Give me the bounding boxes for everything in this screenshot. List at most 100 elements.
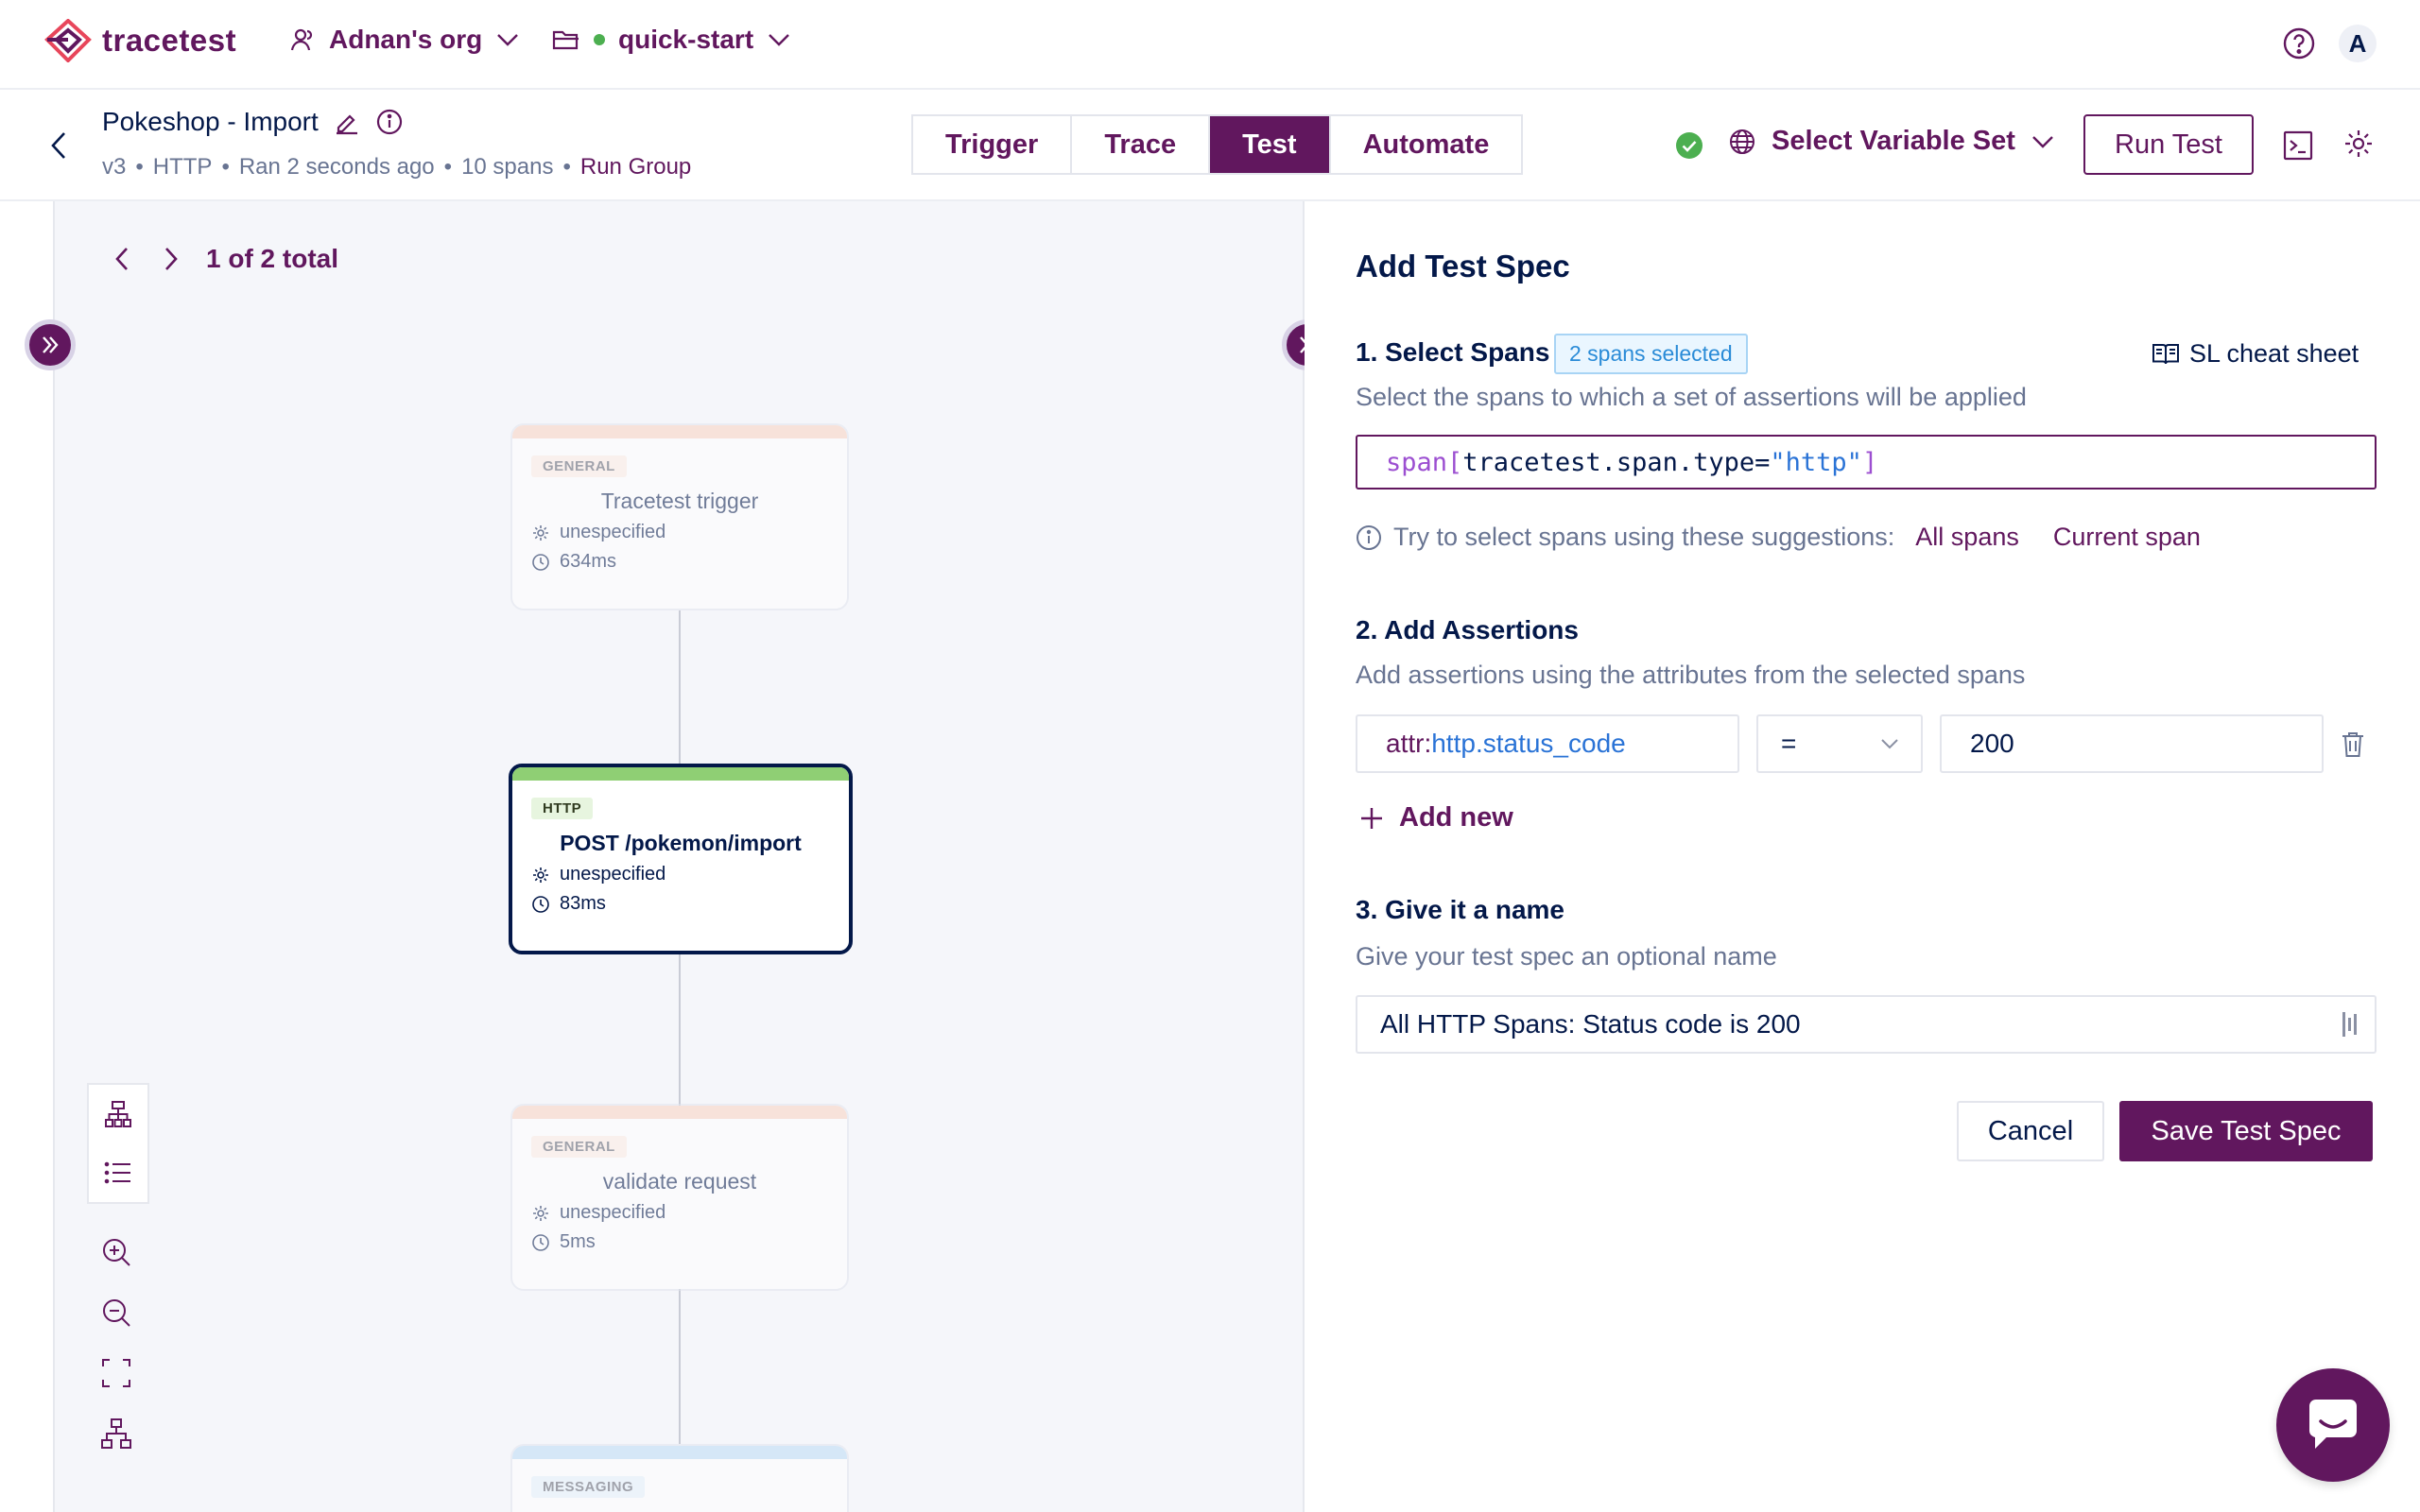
span-node[interactable]: MESSAGING — [510, 1444, 849, 1512]
trigger-type: HTTP — [152, 154, 213, 180]
variable-set-select[interactable]: Select Variable Set — [1728, 126, 2055, 157]
selector-close: ] — [1861, 447, 1878, 477]
assertions-heading: 2. Add Assertions — [1356, 615, 1579, 644]
gear-icon — [531, 866, 550, 885]
test-version: v3 — [102, 154, 127, 180]
org-switcher[interactable]: Adnan's org — [289, 25, 520, 55]
list-view-icon[interactable] — [89, 1143, 147, 1202]
add-assertion-button[interactable]: Add new — [1359, 802, 1513, 833]
layout-tree-icon[interactable] — [100, 1418, 132, 1450]
span-duration-row: 634ms — [531, 551, 847, 573]
environment-switcher[interactable]: quick-start — [552, 25, 791, 55]
clock-icon — [531, 895, 550, 914]
spans-selected-chip: 2 spans selected — [1554, 334, 1748, 374]
expand-drawer-button[interactable] — [25, 319, 76, 370]
span-service-row: unespecified — [531, 522, 847, 543]
plus-icon — [1359, 806, 1384, 831]
chevron-right-icon[interactable] — [159, 245, 182, 273]
suggestion-current-span[interactable]: Current span — [2053, 523, 2201, 552]
selector-attribute: tracetest.span.type= — [1462, 447, 1771, 477]
span-duration: 5ms — [560, 1231, 596, 1252]
cancel-button[interactable]: Cancel — [1957, 1101, 2104, 1161]
tab-trace[interactable]: Trace — [1072, 116, 1211, 173]
gear-icon — [531, 1204, 550, 1223]
org-name: Adnan's org — [329, 25, 483, 54]
span-duration: 634ms — [560, 551, 617, 572]
span-node-bar — [512, 425, 847, 438]
spec-name-input[interactable]: All HTTP Spans: Status code is 200 — [1356, 995, 2377, 1054]
assertion-value-input[interactable]: 200 — [1940, 714, 2324, 773]
chat-support-button[interactable] — [2276, 1368, 2390, 1482]
trash-icon[interactable] — [2341, 730, 2365, 759]
graph-view-icon[interactable] — [89, 1085, 147, 1143]
span-node-selected[interactable]: HTTP POST /pokemon/import unespecified 8… — [509, 764, 853, 954]
help-icon[interactable] — [2282, 26, 2316, 60]
span-kind-badge: MESSAGING — [531, 1476, 646, 1498]
gear-icon — [531, 524, 550, 542]
span-name: validate request — [602, 1169, 757, 1194]
span-node[interactable]: GENERAL Tracetest trigger unespecified 6… — [510, 423, 849, 610]
span-duration-row: 83ms — [531, 893, 849, 915]
select-spans-heading: 1. Select Spans — [1356, 337, 1550, 367]
attribute-name: http.status_code — [1431, 729, 1626, 758]
chevron-down-icon — [1879, 733, 1900, 754]
edit-icon[interactable] — [334, 109, 360, 135]
logo[interactable]: tracetest — [43, 19, 236, 62]
zoom-out-icon[interactable] — [100, 1297, 132, 1329]
add-new-label: Add new — [1399, 802, 1513, 833]
zoom-in-icon[interactable] — [100, 1236, 132, 1268]
pager-label: 1 of 2 total — [206, 244, 339, 273]
chat-icon — [2309, 1400, 2357, 1449]
chevron-down-icon — [767, 27, 791, 52]
avatar[interactable]: A — [2339, 25, 2377, 62]
span-name: Tracetest trigger — [600, 489, 759, 513]
span-node-bar — [512, 1446, 847, 1459]
assertion-operator-select[interactable]: = — [1756, 714, 1923, 773]
cheat-sheet-link[interactable]: SL cheat sheet — [2152, 339, 2359, 369]
terminal-icon[interactable] — [2282, 129, 2314, 162]
info-icon[interactable] — [375, 108, 404, 136]
suggestion-all-spans[interactable]: All spans — [1915, 523, 2019, 552]
run-test-button[interactable]: Run Test — [2083, 114, 2254, 175]
tracetest-logo-icon — [43, 19, 93, 62]
span-selector-input[interactable]: span[tracetest.span.type= "http"] — [1356, 435, 2377, 490]
app-name: tracetest — [102, 23, 237, 58]
variable-set-label: Select Variable Set — [1772, 126, 2015, 156]
chevron-down-icon — [495, 27, 520, 52]
chevron-left-icon[interactable] — [112, 245, 134, 273]
run-group-link[interactable]: Run Group — [580, 154, 691, 180]
span-service: unespecified — [560, 522, 666, 542]
meta-separator: • — [221, 154, 230, 180]
run-time: Ran 2 seconds ago — [238, 154, 435, 180]
environment-status-dot — [594, 34, 605, 45]
span-node[interactable]: GENERAL validate request unespecified 5m… — [510, 1104, 849, 1291]
span-kind-badge: HTTP — [531, 798, 594, 819]
tab-trigger[interactable]: Trigger — [913, 116, 1073, 173]
name-heading: 3. Give it a name — [1356, 895, 1564, 924]
fit-view-icon[interactable] — [100, 1357, 132, 1389]
clock-icon — [531, 1233, 550, 1252]
book-icon — [2152, 342, 2180, 367]
span-pager: 1 of 2 total — [112, 244, 338, 274]
span-duration-row: 5ms — [531, 1231, 847, 1253]
meta-separator: • — [135, 154, 144, 180]
selector-keyword: span[ — [1386, 447, 1463, 477]
org-user-icon — [289, 26, 316, 53]
gear-icon[interactable] — [2342, 128, 2375, 160]
tab-automate[interactable]: Automate — [1331, 116, 1522, 173]
span-node-bar — [512, 1106, 847, 1119]
side-drawer-strip — [0, 201, 55, 1512]
selector-suggestions: Try to select spans using these suggesti… — [1356, 523, 2201, 552]
span-name: POST /pokemon/import — [560, 831, 802, 855]
span-count: 10 spans — [461, 154, 554, 180]
meta-separator: • — [562, 154, 571, 180]
text-cursor-icon — [2341, 1010, 2361, 1039]
save-test-spec-button[interactable]: Save Test Spec — [2119, 1101, 2373, 1161]
back-icon[interactable] — [47, 129, 70, 162]
tab-test[interactable]: Test — [1210, 116, 1331, 173]
assertion-attribute-input[interactable]: attr: http.status_code — [1356, 714, 1739, 773]
mode-tabs: Trigger Trace Test Automate — [911, 114, 1524, 175]
globe-icon — [1728, 128, 1756, 156]
span-service-row: unespecified — [531, 864, 849, 885]
span-duration: 83ms — [560, 893, 606, 914]
